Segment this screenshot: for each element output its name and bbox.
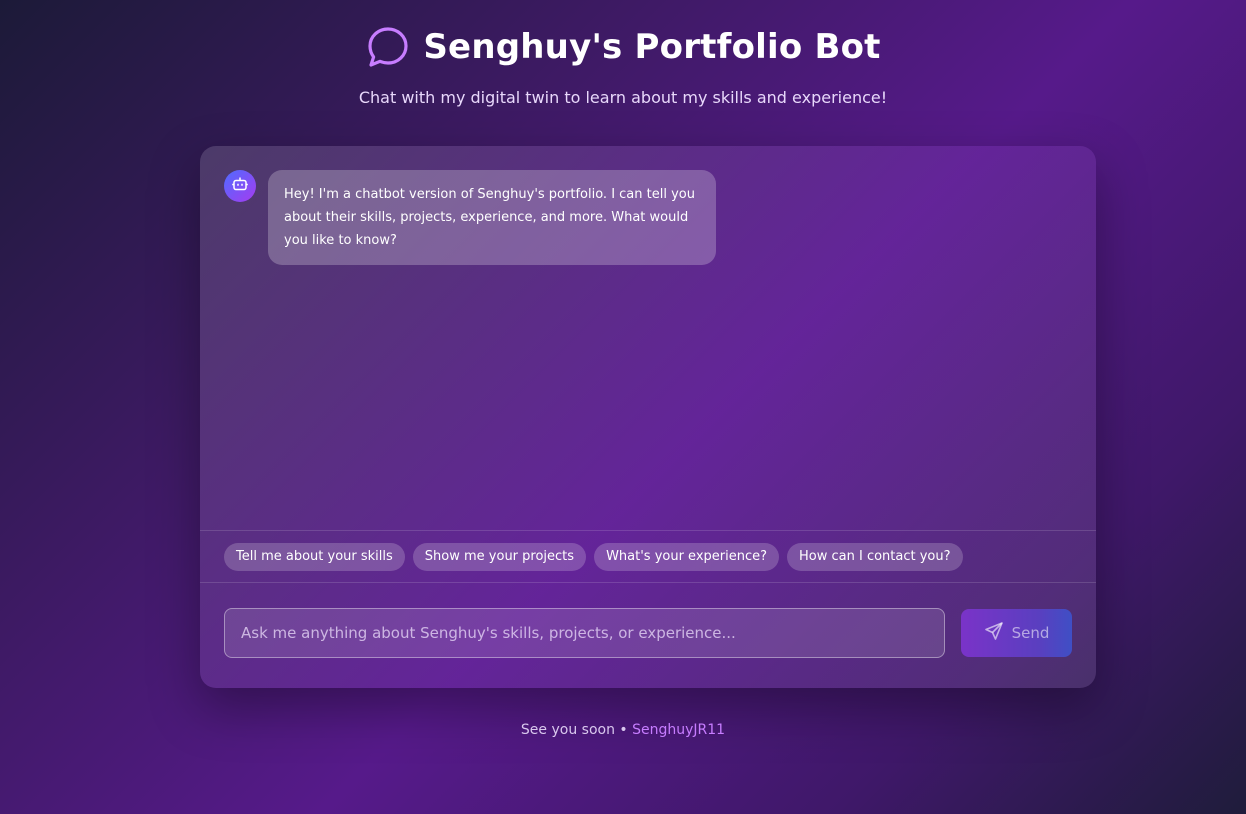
suggestion-bar: Tell me about your skills Show me your p… [200, 530, 1096, 583]
message-input[interactable] [224, 608, 945, 658]
message-bubble: Hey! I'm a chatbot version of Senghuy's … [268, 170, 716, 265]
suggestion-contact-button[interactable]: How can I contact you? [787, 542, 963, 571]
send-icon [984, 621, 1004, 645]
footer-link[interactable]: SenghuyJR11 [632, 722, 725, 738]
suggestion-projects-button[interactable]: Show me your projects [412, 542, 587, 571]
page-footer: See you soon • SenghuyJR11 [0, 722, 1246, 738]
suggestion-experience-button[interactable]: What's your experience? [594, 542, 780, 571]
page-title: Senghuy's Portfolio Bot [423, 27, 881, 67]
suggestion-skills-button[interactable]: Tell me about your skills [224, 542, 405, 571]
bot-icon [231, 175, 249, 197]
page-subtitle: Chat with my digital twin to learn about… [358, 88, 888, 107]
send-button[interactable]: Send [961, 609, 1072, 657]
footer-text: See you soon • [520, 722, 628, 738]
composer: Send [224, 608, 1072, 658]
bot-message: Hey! I'm a chatbot version of Senghuy's … [224, 170, 716, 265]
page-header: Senghuy's Portfolio Bot Chat with my dig… [0, 20, 1246, 107]
bot-avatar [224, 170, 256, 202]
message-list: Hey! I'm a chatbot version of Senghuy's … [200, 146, 1096, 530]
chat-panel: Hey! I'm a chatbot version of Senghuy's … [200, 146, 1096, 688]
title-row: Senghuy's Portfolio Bot [0, 20, 1246, 74]
chat-bubble-icon [365, 24, 411, 70]
send-button-label: Send [1011, 624, 1050, 642]
